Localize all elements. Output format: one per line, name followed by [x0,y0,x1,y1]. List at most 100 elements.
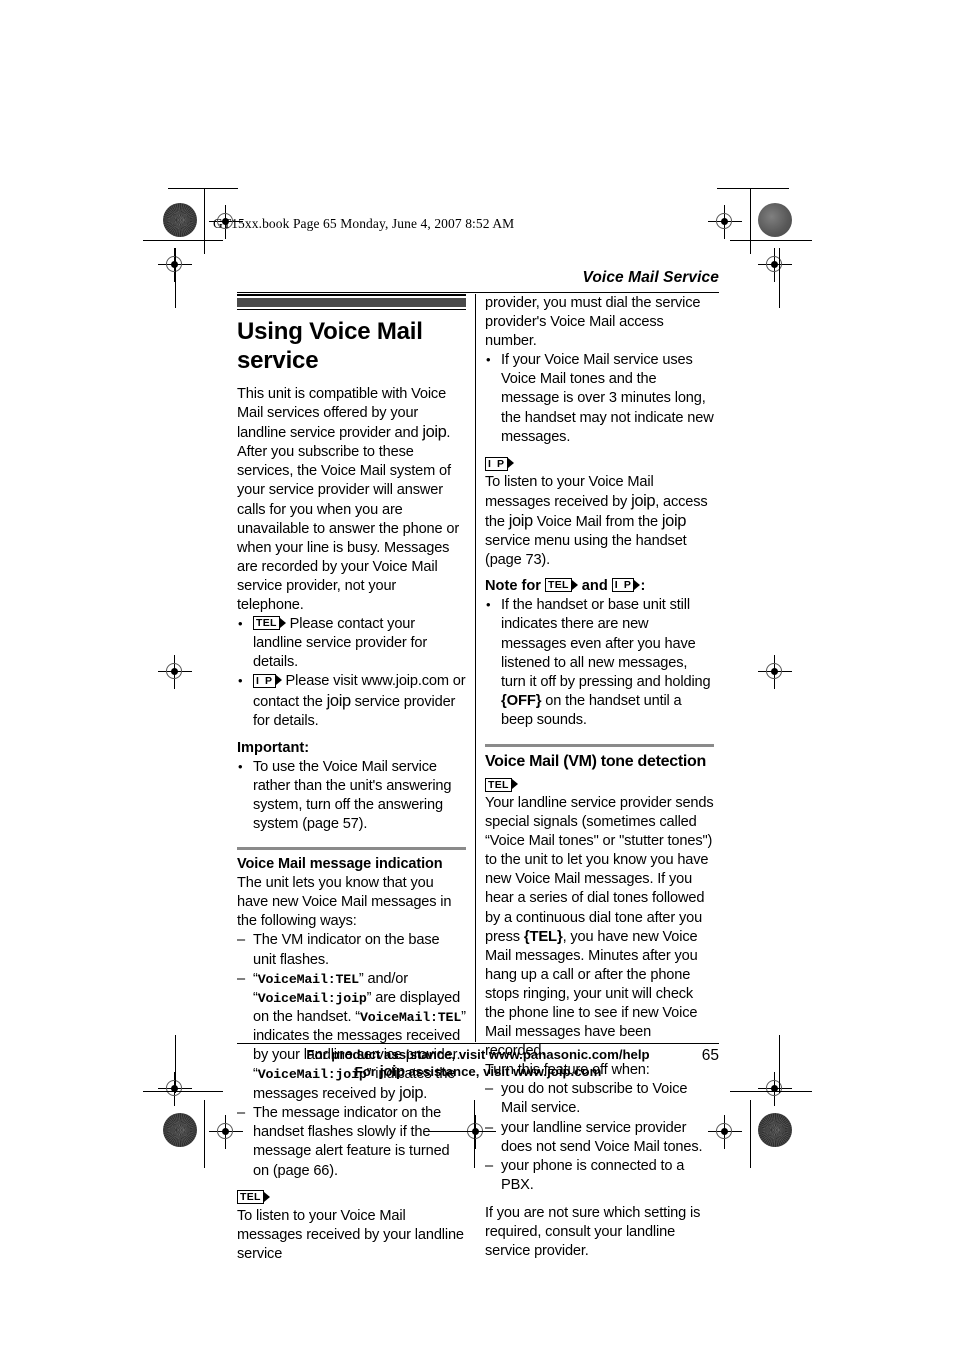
ip-badge-icon: I P [253,673,282,688]
joip-brand: joip [508,511,533,530]
important-bullet-list: To use the Voice Mail service rather tha… [237,757,466,834]
column-divider [475,294,476,1042]
footer-line-joip-assistance: For joip assistance, visit www.joip.com [237,1062,719,1081]
turn-off-dash-list: you do not subscribe to Voice Mail servi… [485,1080,714,1195]
crop-mark-top-left [168,188,238,189]
off-key-label: {OFF} [501,692,542,709]
right-column: provider, you must dial the service prov… [485,292,714,1261]
print-density-patch-bottom-right [758,1113,792,1147]
list-item-text: your landline service provider does not … [501,1119,703,1155]
ip-listen-paragraph: To listen to your Voice Mail messages re… [485,473,714,570]
joip-brand: joip [399,1084,424,1103]
crop-mark-bottom-left-vertical-2 [204,1100,205,1168]
print-density-patch-top-right [758,203,792,237]
tel-badge-marker: TEL [237,1190,466,1207]
list-item: your phone is connected to a PBX. [485,1157,714,1195]
registration-target-top-right [708,205,742,239]
left-column-tail-paragraph: To listen to your Voice Mail messages re… [237,1207,464,1262]
left-column: Using Voice Mail service This unit is co… [237,292,466,1264]
vm-para-part-1: Your landline service provider sends spe… [485,794,714,945]
intro-part-2: . After you subscribe to these services,… [237,425,460,614]
joip-brand: joip [326,691,351,710]
list-item: The message indicator on the handset fla… [237,1104,466,1180]
list-item-text: The VM indicator on the base unit flashe… [253,932,440,968]
crop-mark-bottom-right [730,1091,812,1092]
ip-badge-marker: I P [485,456,714,473]
list-item-text: you do not subscribe to Voice Mail servi… [501,1081,688,1117]
note-for-conjunction: and [577,578,612,595]
joip-brand: joip [379,1062,405,1080]
vm-para-part-2: , you have new Voice Mail messages. Minu… [485,928,698,1060]
section-title-message-indication: Voice Mail message indication [237,856,443,873]
list-item: you do not subscribe to Voice Mail servi… [485,1080,714,1118]
vm-tone-paragraph: Your landline service provider sends spe… [485,794,714,1061]
list-item: If your Voice Mail service uses Voice Ma… [485,350,714,446]
crop-mark-bottom-center-vertical [474,1100,475,1168]
crop-mark-bottom-right-vertical [779,1035,780,1093]
registration-target-right-middle [758,655,792,689]
crop-mark-bottom-left [143,1091,223,1092]
ip-para-part-1: To listen to your Voice Mail messages re… [485,473,654,510]
crop-mark-left-vertical [204,188,205,254]
voice-mail-tones-bullet-list: If your Voice Mail service uses Voice Ma… [485,350,714,446]
display-text-voicemail-tel-2: VoiceMail:TEL [359,1009,462,1025]
list-item-text: To use the Voice Mail service rather tha… [253,758,452,833]
crop-mark-left-vertical-2 [175,248,176,308]
footer-line-product-assistance: For product assistance, visit www.panaso… [306,1047,650,1062]
intro-part-1: This unit is compatible with Voice Mail … [237,386,447,442]
important-label: Important: [237,739,310,756]
provider-bullet-list: TEL Please contact your landline service… [237,614,466,731]
note-for-prefix: Note for [485,578,545,595]
ip-badge-icon: I P [611,578,641,593]
file-info-banner: GT15xx.book Page 65 Monday, June 4, 2007… [213,216,515,231]
note-for-suffix: : [640,578,646,595]
running-head: Voice Mail Service [582,269,719,286]
continued-paragraph: provider, you must dial the service prov… [485,295,701,350]
tel-key-label: {TEL} [523,928,563,945]
ip-badge-icon: I P [485,456,514,472]
note-for-label: Note for TEL and I P: [485,577,714,596]
crop-mark-top-right-2 [730,240,812,241]
list-item: I P Please visit www.joip.com or contact… [237,671,466,730]
joip-brand: joip [661,511,686,530]
page-body: Using Voice Mail service This unit is co… [237,292,719,1262]
crop-mark-right-vertical [750,188,751,254]
list-item: “VoiceMail:TEL” and/or “VoiceMail:joip” … [237,970,466,1105]
registration-target-right-lower [758,1072,792,1106]
list-item: your landline service provider does not … [485,1119,714,1157]
list-item: The VM indicator on the base unit flashe… [237,931,466,969]
ip-para-part-4: service menu using the handset (page 73)… [485,533,687,569]
list-item: If the handset or base unit still indica… [485,595,714,730]
display-text-voicemail-tel: VoiceMail:TEL [257,971,359,987]
tel-badge-icon: TEL [237,1190,270,1206]
tel-badge-icon: TEL [545,578,578,593]
registration-target-left-middle [158,655,192,689]
section-title-vm-tone-detection: Voice Mail (VM) tone detection [485,752,706,770]
crop-mark-bottom-right-vertical-2 [750,1100,751,1168]
crop-mark-bottom-left-vertical [175,1035,176,1093]
tel-badge-marker: TEL [485,777,714,794]
page-title: Using Voice Mail service [237,318,423,374]
note-bullet-list: If the handset or base unit still indica… [485,595,714,730]
page-footer: For product assistance, visit www.panaso… [237,1047,719,1080]
section-rule [237,847,466,851]
list-item-text: If your Voice Mail service uses Voice Ma… [501,352,714,445]
list-item: To use the Voice Mail service rather tha… [237,757,466,834]
joip-brand: joip [631,491,656,510]
crop-mark-top-right [717,188,789,189]
joip-brand: joip [422,423,447,442]
list-item-text-f: . [423,1086,428,1103]
list-item-text: The message indicator on the handset fla… [253,1105,450,1179]
display-text-voicemail-joip: VoiceMail:joip [257,990,367,1006]
print-density-patch-bottom-left [163,1113,197,1147]
closing-paragraph: If you are not sure which setting is req… [485,1204,701,1260]
page-number: 65 [701,1047,719,1064]
tel-badge-icon: TEL [485,777,518,793]
footer-rule [237,1043,719,1044]
tel-badge-icon: TEL [253,616,286,631]
intro-paragraph: This unit is compatible with Voice Mail … [237,385,466,615]
chapter-title-bar [237,294,466,310]
list-item: TEL Please contact your landline service… [237,614,466,672]
footer-prefix: For [354,1063,380,1079]
crop-mark-top-left-2 [143,240,223,241]
